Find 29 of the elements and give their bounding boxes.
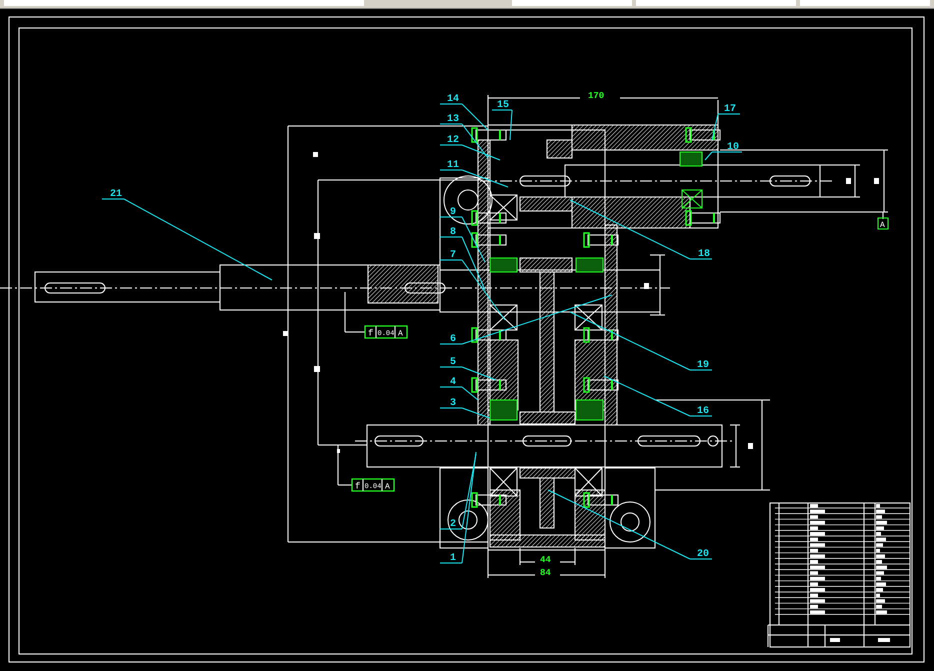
part-number: 11 [447,160,460,171]
part-number: 21 [110,189,122,200]
part-number: 10 [727,142,740,153]
dimension-value: 44 [540,555,551,565]
tolerance-symbol: f [368,328,374,338]
part-number: 5 [450,357,456,368]
part-number: 3 [450,398,456,409]
tolerance-symbol: f [355,482,360,492]
datum-reference: A [385,482,390,492]
part-number: 8 [450,227,456,238]
part-number: 18 [698,249,710,260]
part-number: 4 [450,377,456,388]
part-number: 9 [450,207,456,218]
dimension-value: 170 [588,91,604,101]
part-number: 7 [450,250,456,261]
part-number: 20 [697,549,710,560]
part-number: 12 [447,135,460,146]
part-number: 19 [697,360,710,371]
datum-reference: A [398,330,403,338]
dimension-value: 84 [540,568,551,578]
datum-letter: A [880,221,885,230]
part-number: 1 [450,553,456,564]
part-number: 2 [450,519,456,530]
part-number: 13 [447,114,460,125]
part-number: 14 [447,94,460,105]
part-number: 16 [697,406,710,417]
part-number: 15 [497,100,510,111]
part-number: 17 [724,104,736,115]
part-number: 6 [450,334,456,345]
